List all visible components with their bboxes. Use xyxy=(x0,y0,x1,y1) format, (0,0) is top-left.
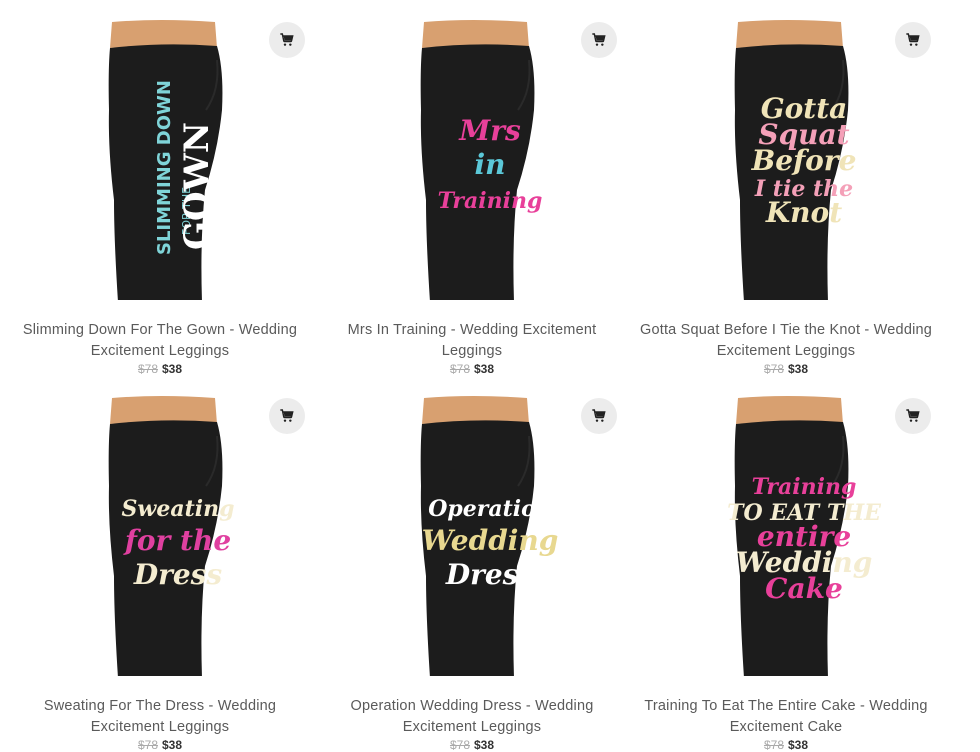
original-price: $78 xyxy=(449,362,470,376)
sale-price: $38 xyxy=(788,738,809,752)
svg-text:for the: for the xyxy=(123,524,231,557)
product-title[interactable]: Training To Eat The Entire Cake - Weddin… xyxy=(636,696,936,738)
product-title[interactable]: Operation Wedding Dress - Wedding Excite… xyxy=(322,696,622,738)
product-title[interactable]: Mrs In Training - Wedding Excitement Leg… xyxy=(322,320,622,362)
legging-image[interactable]: OperationWeddingDress xyxy=(322,376,622,676)
sale-price: $38 xyxy=(788,362,809,376)
svg-text:GOWN: GOWN xyxy=(177,122,217,250)
sale-price: $38 xyxy=(162,738,183,752)
product-card[interactable]: Mrs in Training Mrs In Training - Wedding E… xyxy=(322,0,622,376)
cart-icon xyxy=(906,33,920,46)
legging-image[interactable]: GottaSquatBeforeI tie theKnot xyxy=(636,0,936,300)
legging-image[interactable]: Mrsin Training xyxy=(322,0,622,300)
add-to-cart-button[interactable] xyxy=(269,22,305,58)
cart-icon xyxy=(906,409,920,422)
original-price: $78 xyxy=(137,738,158,752)
product-image-area[interactable]: Gotta Squat Before I tie the Knot xyxy=(636,0,936,300)
add-to-cart-button[interactable] xyxy=(895,22,931,58)
cart-icon xyxy=(280,33,294,46)
product-price: $78 $38 xyxy=(10,738,310,752)
product-grid: SLIMMING DOWN FOR THE GOWN Slimming Down Fo… xyxy=(0,0,980,752)
legging-print: GottaSquatBeforeI tie theKnot xyxy=(751,92,857,229)
legging-image[interactable]: Sweatingfor theDress xyxy=(10,376,310,676)
product-price: $78 $38 xyxy=(636,738,936,752)
svg-text:Cake: Cake xyxy=(765,572,843,605)
svg-text:in: in xyxy=(475,148,506,181)
product-card[interactable]: SLIMMING DOWN FOR THE GOWN Slimming Down Fo… xyxy=(10,0,310,376)
cart-icon xyxy=(592,33,606,46)
sale-price: $38 xyxy=(474,738,495,752)
svg-text:Sweating: Sweating xyxy=(122,496,235,522)
svg-text:SLIMMING DOWN: SLIMMING DOWN xyxy=(154,80,175,255)
product-image-area[interactable]: Operation Wedding Dress xyxy=(322,376,622,676)
svg-text:Dress: Dress xyxy=(133,558,223,591)
product-title[interactable]: Gotta Squat Before I Tie the Knot - Wedd… xyxy=(636,320,936,362)
product-price: $78 $38 xyxy=(322,362,622,376)
product-image-area[interactable]: Sweating for the Dress xyxy=(10,376,310,676)
legging-image[interactable]: TrainingTO EAT THEentireWeddingCake xyxy=(636,376,936,676)
product-card[interactable]: Sweating for the Dress Sweating For The Dre… xyxy=(10,376,310,752)
sale-price: $38 xyxy=(474,362,495,376)
original-price: $78 xyxy=(763,738,784,752)
legging-print: Sweatingfor theDress xyxy=(122,496,235,591)
add-to-cart-button[interactable] xyxy=(895,398,931,434)
original-price: $78 xyxy=(763,362,784,376)
svg-text:Knot: Knot xyxy=(765,196,842,229)
original-price: $78 xyxy=(449,738,470,752)
product-price: $78 $38 xyxy=(636,362,936,376)
svg-text:Wedding: Wedding xyxy=(422,524,559,557)
original-price: $78 xyxy=(137,362,158,376)
svg-text:Training: Training xyxy=(438,188,543,214)
legging-image[interactable]: SLIMMING DOWN FOR THEGOWN xyxy=(10,0,310,300)
add-to-cart-button[interactable] xyxy=(269,398,305,434)
sale-price: $38 xyxy=(162,362,183,376)
add-to-cart-button[interactable] xyxy=(581,22,617,58)
svg-text:Mrs: Mrs xyxy=(458,114,521,147)
product-image-area[interactable]: SLIMMING DOWN FOR THE GOWN xyxy=(10,0,310,300)
add-to-cart-button[interactable] xyxy=(581,398,617,434)
cart-icon xyxy=(280,409,294,422)
svg-text:Operation: Operation xyxy=(428,496,552,522)
svg-text:Before: Before xyxy=(751,144,857,177)
product-price: $78 $38 xyxy=(10,362,310,376)
product-card[interactable]: Gotta Squat Before I tie the Knot Gotta Squat… xyxy=(636,0,936,376)
svg-text:Dress: Dress xyxy=(445,558,535,591)
product-card[interactable]: Training TO EAT THE entire Wedding Cake Train… xyxy=(636,376,936,752)
product-title[interactable]: Slimming Down For The Gown - Wedding Exc… xyxy=(10,320,310,362)
product-price: $78 $38 xyxy=(322,738,622,752)
product-image-area[interactable]: Training TO EAT THE entire Wedding Cake xyxy=(636,376,936,676)
svg-text:Training: Training xyxy=(752,474,857,500)
cart-icon xyxy=(592,409,606,422)
product-title[interactable]: Sweating For The Dress - Wedding Excitem… xyxy=(10,696,310,738)
product-image-area[interactable]: Mrs in Training xyxy=(322,0,622,300)
product-card[interactable]: Operation Wedding Dress Operation Wedding D… xyxy=(322,376,622,752)
